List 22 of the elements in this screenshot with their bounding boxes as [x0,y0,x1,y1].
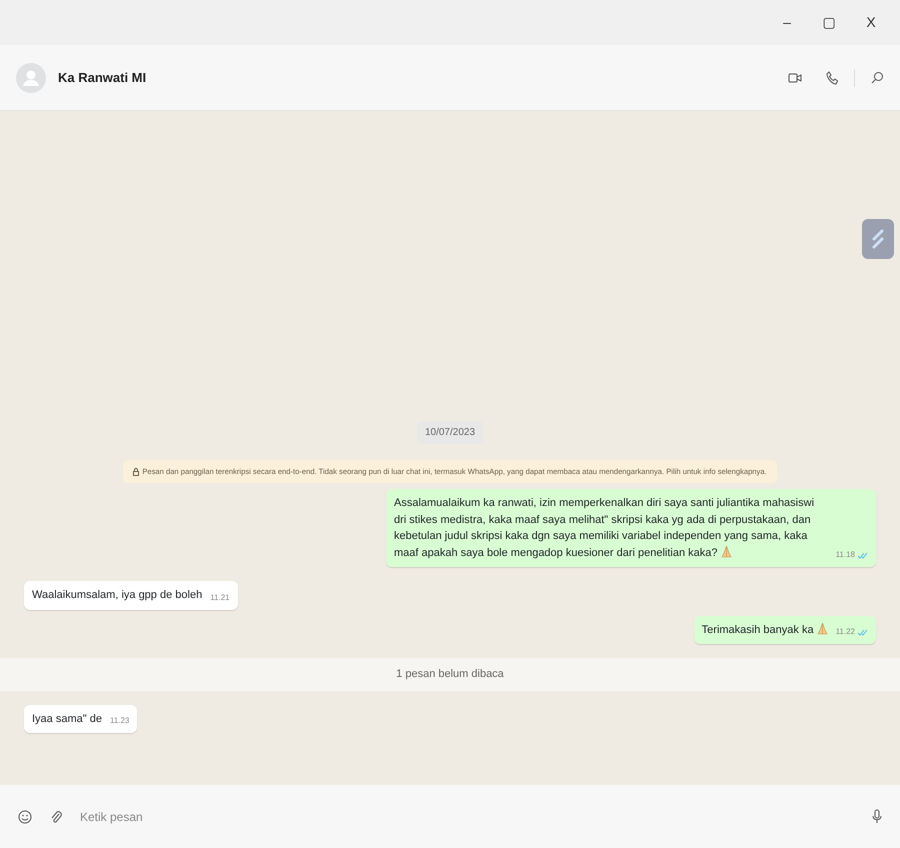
attach-icon[interactable] [50,810,62,824]
date-chip: 10/07/2023 [416,421,484,444]
pen-icon [871,229,885,249]
message-time: 11.22 [836,626,855,638]
close-button[interactable]: X [854,11,888,34]
contact-name: Ka Ranwati MI [58,68,146,87]
message-text: Assalamualaikum ka ranwati, izin memperkenalkan diri saya santi juliantika mahasiswi dri stikes medistra, kaka maaf saya melihat" skripsi kaka yg ada di perpustakaan, dan kebetulan judul skripsi kaka dgn saya memiliki variabel independen yang sama, kaka maaf apakah saya bole mengadop kuesioner dari penelitian kaka? [394,496,816,561]
message-text: Terimakasih banyak ka [702,622,828,638]
phone-icon[interactable] [826,70,838,84]
search-icon[interactable] [871,71,884,84]
restore-button[interactable]: ▢ [812,11,846,34]
message-time: 11.18 [836,549,855,562]
message-time: 11.23 [110,715,130,728]
minimize-button[interactable]: – [770,11,804,34]
video-call-icon[interactable] [788,72,802,84]
lock-icon [133,468,140,476]
emoji-icon[interactable] [18,810,32,824]
avatar-icon [16,62,46,92]
message-time: 11.21 [210,592,230,604]
message-text: Waalaikumsalam, iya gpp de boleh [32,588,202,604]
microphone-icon[interactable] [872,809,882,824]
message-text: Iyaa sama" de [32,712,102,727]
